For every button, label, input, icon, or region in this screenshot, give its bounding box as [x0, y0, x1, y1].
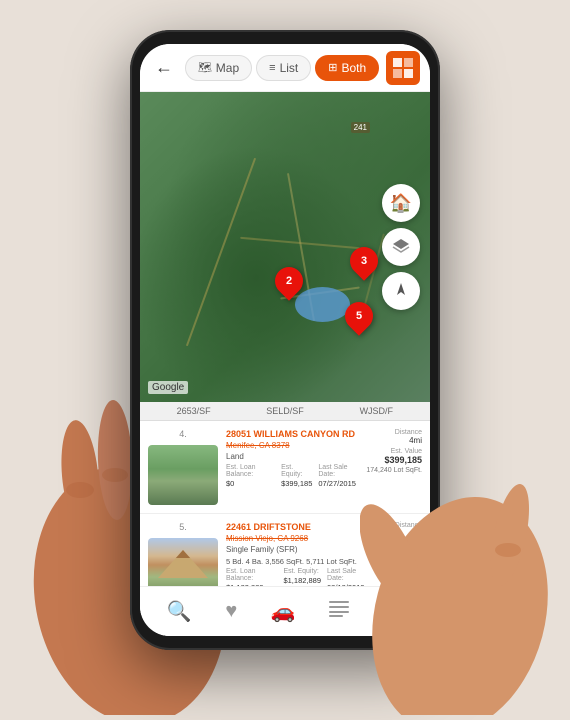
both-icon: ⊞	[328, 61, 337, 74]
list-nav-icon	[329, 600, 349, 623]
col-2: SELD/SF	[239, 406, 330, 416]
est-value-1: $399,185	[366, 455, 422, 465]
list-lines-icon	[329, 601, 349, 617]
map-layers-button[interactable]	[382, 228, 420, 266]
heart-icon: ♥	[225, 600, 237, 623]
location-icon	[391, 281, 411, 301]
tab-group: 🗺 Map ≡ List ⊞ Both	[184, 55, 380, 81]
tab-both-label: Both	[341, 61, 366, 75]
map-home-button[interactable]: 🏠	[382, 184, 420, 222]
map-pin-3[interactable]: 3	[350, 247, 378, 275]
tab-map[interactable]: 🗺 Map	[185, 55, 252, 81]
tab-map-label: Map	[216, 61, 239, 75]
nav-car[interactable]: 🚗	[263, 595, 304, 628]
equity-value-1: $399,185	[281, 479, 312, 488]
map-pin-5[interactable]: 5	[345, 302, 373, 330]
dist-value-2: 4mi	[377, 529, 422, 538]
beds-baths-2: 5 Bd. 4 Ba. 3,556 SqFt. 5,711 Lot SqFt.	[226, 557, 369, 566]
tab-both[interactable]: ⊞ Both	[315, 55, 379, 81]
map-icon: 🗺	[198, 61, 212, 74]
map-water	[295, 287, 350, 322]
car-icon: 🚗	[271, 599, 296, 624]
sale-value-1: 07/27/2015	[318, 479, 358, 488]
listing-right-1: Distance 4mi Est. Value $399,185 174,240…	[366, 429, 422, 505]
est-label-2: Est. Value	[377, 541, 422, 548]
col-3: WJSD/F	[331, 406, 422, 416]
listing-type-1: Land	[226, 452, 358, 461]
listing-info-1: 28051 WILLIAMS CANYON RD Menifee, CA 837…	[226, 429, 358, 505]
nav-search[interactable]: 🔍	[159, 595, 200, 628]
sale-block-1: Last Sale Date: 07/27/2015	[318, 464, 358, 488]
equity-label-2: Est. Equity:	[283, 568, 321, 575]
listing-header: 2653/SF SELD/SF WJSD/F	[140, 402, 430, 421]
search-icon: 🔍	[167, 599, 192, 624]
top-bar: ← 🗺 Map ≡ List ⊞ Both	[140, 44, 430, 92]
sale-label-2: Last Sale Date:	[327, 568, 369, 582]
list-icon: ≡	[269, 62, 275, 74]
listing-num-1: 4.	[179, 429, 187, 439]
layers-icon	[391, 237, 411, 257]
nav-list[interactable]	[321, 596, 357, 627]
google-attribution: Google	[148, 381, 188, 394]
listing-address-1: 28051 WILLIAMS CANYON RD	[226, 429, 358, 440]
listing-city-1: Menifee, CA 8378	[226, 441, 358, 450]
app-container: ← 🗺 Map ≡ List ⊞ Both	[0, 0, 570, 715]
est-value-2: $1,182,889	[377, 548, 422, 558]
loan-value-1: $0	[226, 479, 275, 488]
equity-value-2: $1,182,889	[283, 576, 321, 585]
est-label-1: Est. Value	[366, 448, 422, 455]
loan-label-2: Est. Loan Balance:	[226, 568, 277, 582]
phone-frame: ← 🗺 Map ≡ List ⊞ Both	[130, 30, 440, 650]
listing-address-2: 22461 DRIFTSTONE	[226, 522, 369, 533]
bottom-nav: 🔍 ♥ 🚗	[140, 586, 430, 636]
equity-block-1: Est. Equity: $399,185	[281, 464, 312, 488]
listing-details-1: Est. Loan Balance: $0 Est. Equity: $399,…	[226, 464, 358, 488]
dist-label-1: Distance	[366, 429, 422, 436]
nav-more[interactable]: ···	[375, 596, 411, 627]
listing-thumb-1	[148, 445, 218, 505]
listing-card-1[interactable]: 4. 28051 WILLIAMS CANYON RD Menifee, CA …	[140, 421, 430, 514]
phone-screen: ← 🗺 Map ≡ List ⊞ Both	[140, 44, 430, 636]
listing-city-2: Mission Viejo, CA 9268	[226, 534, 369, 543]
map-controls: 🏠	[382, 184, 420, 310]
thumb-land-bg	[148, 445, 218, 505]
listing-type-2: Single Family (SFR)	[226, 545, 369, 554]
sale-label-1: Last Sale Date:	[318, 464, 358, 478]
map-area[interactable]: 241 2 3 5	[140, 92, 430, 402]
logo-icon	[391, 56, 415, 80]
equity-label-1: Est. Equity:	[281, 464, 312, 478]
dist-value-1: 4mi	[366, 436, 422, 445]
col-1: 2653/SF	[148, 406, 239, 416]
back-button[interactable]: ←	[150, 54, 178, 82]
nav-favorites[interactable]: ♥	[217, 596, 245, 627]
lot-info-1: 174,240 Lot SqFt.	[366, 467, 422, 474]
dist-label-2: Distance	[377, 522, 422, 529]
app-logo	[386, 51, 420, 85]
tab-list[interactable]: ≡ List	[256, 55, 311, 81]
tab-list-label: List	[280, 61, 299, 75]
loan-block-1: Est. Loan Balance: $0	[226, 464, 275, 488]
map-pin-2[interactable]: 2	[275, 267, 303, 295]
road-label-241: 241	[351, 122, 370, 133]
more-icon: ···	[383, 600, 403, 623]
loan-label-1: Est. Loan Balance:	[226, 464, 275, 478]
map-location-button[interactable]	[382, 272, 420, 310]
listing-num-2: 5.	[179, 522, 187, 532]
